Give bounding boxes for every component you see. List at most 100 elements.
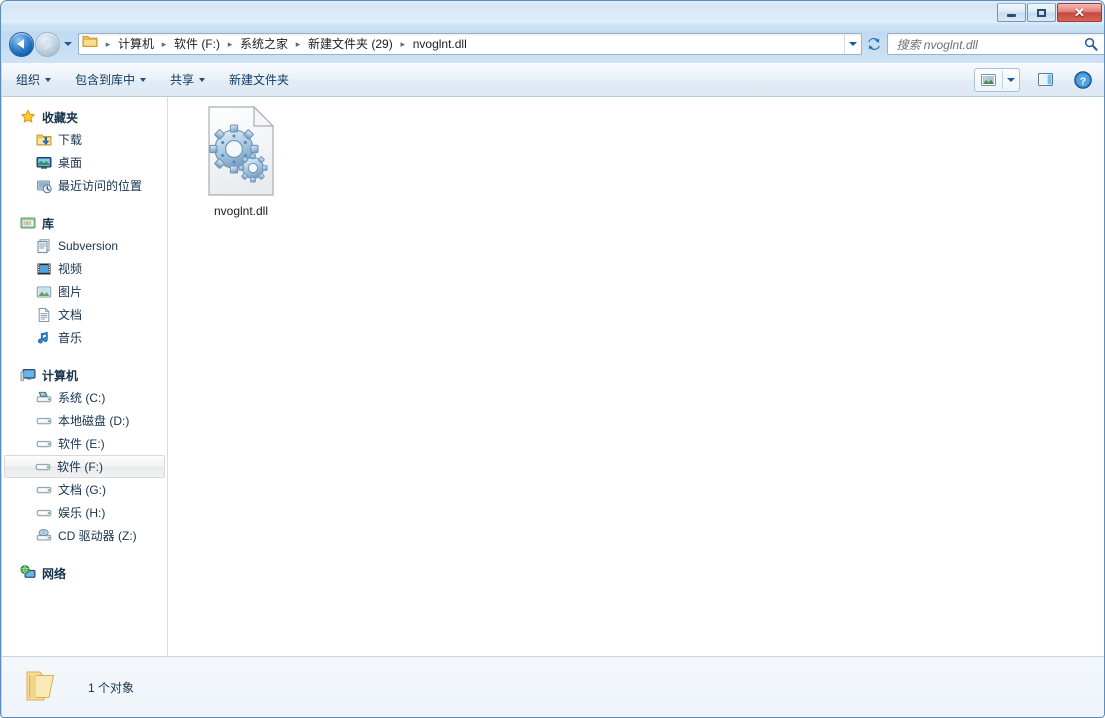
sidebar-item-software-f[interactable]: 软件 (F:) bbox=[4, 455, 165, 478]
sidebar-item-pictures[interactable]: 图片 bbox=[4, 280, 165, 303]
network-icon bbox=[20, 565, 36, 581]
address-bar[interactable]: ▸ 计算机 ▸ 软件 (F:) ▸ 系统之家 ▸ 新建文件夹 (29) ▸ nv… bbox=[78, 33, 862, 55]
search-input[interactable]: 搜索 nvoglnt.dll bbox=[888, 36, 977, 53]
documents-icon bbox=[36, 307, 52, 323]
address-bar-row: ▸ 计算机 ▸ 软件 (F:) ▸ 系统之家 ▸ 新建文件夹 (29) ▸ nv… bbox=[1, 29, 1105, 59]
sidebar-group-libraries: 库 Subversion bbox=[2, 212, 167, 349]
desktop-icon bbox=[36, 155, 52, 171]
navigation-pane[interactable]: 收藏夹 下载 桌面 bbox=[2, 97, 168, 656]
breadcrumb-separator[interactable]: ▸ bbox=[292, 36, 304, 52]
title-bar: ✕ bbox=[1, 1, 1105, 25]
cd-drive-icon bbox=[36, 528, 52, 544]
breadcrumb-item-3[interactable]: 新建文件夹 (29) bbox=[304, 35, 397, 53]
drive-icon bbox=[36, 482, 52, 498]
sidebar-item-label: 文档 bbox=[58, 306, 82, 323]
file-list-view[interactable]: nvoglnt.dll bbox=[168, 97, 1105, 656]
dll-file-icon bbox=[205, 106, 277, 196]
sidebar-header-label: 收藏夹 bbox=[42, 109, 78, 126]
sidebar-item-videos[interactable]: 视频 bbox=[4, 257, 165, 280]
sidebar-item-label: 下载 bbox=[58, 131, 82, 148]
include-in-library-label: 包含到库中 bbox=[75, 71, 135, 88]
maximize-button[interactable] bbox=[1027, 3, 1056, 22]
sidebar-item-label: Subversion bbox=[58, 239, 118, 253]
sidebar-item-cd-drive-z[interactable]: CD 驱动器 (Z:) bbox=[4, 524, 165, 547]
explorer-window: ✕ ▸ 计算机 bbox=[0, 0, 1105, 718]
sidebar-item-downloads[interactable]: 下载 bbox=[4, 128, 165, 151]
view-icon bbox=[979, 72, 998, 88]
explorer-body: 收藏夹 下载 桌面 bbox=[2, 97, 1105, 656]
close-button[interactable]: ✕ bbox=[1057, 3, 1102, 22]
sidebar-item-label: 桌面 bbox=[58, 154, 82, 171]
refresh-button[interactable] bbox=[863, 33, 884, 55]
sidebar-item-software-e[interactable]: 软件 (E:) bbox=[4, 432, 165, 455]
share-label: 共享 bbox=[170, 71, 194, 88]
forward-arrow-icon bbox=[45, 39, 52, 49]
address-dropdown-button[interactable] bbox=[844, 34, 861, 54]
breadcrumb-separator[interactable]: ▸ bbox=[224, 36, 236, 52]
new-folder-button[interactable]: 新建文件夹 bbox=[219, 67, 299, 93]
folder-icon bbox=[24, 666, 62, 709]
help-button[interactable]: ? bbox=[1069, 68, 1097, 92]
chevron-down-icon bbox=[849, 42, 857, 46]
maximize-icon bbox=[1037, 9, 1046, 17]
sidebar-item-desktop[interactable]: 桌面 bbox=[4, 151, 165, 174]
drive-icon bbox=[36, 436, 52, 452]
history-dropdown-button[interactable] bbox=[60, 32, 76, 56]
library-icon bbox=[20, 215, 36, 231]
refresh-icon bbox=[866, 36, 882, 52]
search-box[interactable]: 搜索 nvoglnt.dll bbox=[887, 33, 1105, 55]
sidebar-item-entertainment-h[interactable]: 娱乐 (H:) bbox=[4, 501, 165, 524]
sidebar-item-recent-places[interactable]: 最近访问的位置 bbox=[4, 174, 165, 197]
command-bar: 组织 包含到库中 共享 新建文件夹 bbox=[2, 63, 1105, 97]
preview-pane-button[interactable] bbox=[1032, 68, 1059, 92]
recent-places-icon bbox=[36, 178, 52, 194]
sidebar-item-label: 软件 (F:) bbox=[57, 458, 103, 475]
back-button[interactable] bbox=[9, 32, 34, 57]
sidebar-item-label: 最近访问的位置 bbox=[58, 177, 142, 194]
music-icon bbox=[36, 330, 52, 346]
sidebar-header-network[interactable]: 网络 bbox=[2, 562, 167, 584]
share-menu-button[interactable]: 共享 bbox=[160, 67, 215, 93]
include-in-library-menu-button[interactable]: 包含到库中 bbox=[65, 67, 156, 93]
folder-icon bbox=[82, 34, 98, 54]
file-name-label: nvoglnt.dll bbox=[211, 203, 271, 220]
sidebar-header-libraries[interactable]: 库 bbox=[2, 212, 167, 234]
view-options-group bbox=[974, 68, 1020, 92]
breadcrumb-separator[interactable]: ▸ bbox=[102, 36, 114, 52]
view-dropdown-button[interactable] bbox=[1003, 68, 1019, 92]
organize-label: 组织 bbox=[16, 71, 40, 88]
chevron-down-icon bbox=[1007, 78, 1015, 82]
new-folder-label: 新建文件夹 bbox=[229, 71, 289, 88]
navigation-buttons bbox=[9, 32, 76, 57]
back-arrow-icon bbox=[17, 39, 24, 49]
sidebar-item-system-c[interactable]: 系统 (C:) bbox=[4, 386, 165, 409]
sidebar-item-local-disk-d[interactable]: 本地磁盘 (D:) bbox=[4, 409, 165, 432]
breadcrumb-item-0[interactable]: 计算机 bbox=[114, 35, 158, 53]
details-pane: 1 个对象 bbox=[2, 656, 1105, 717]
breadcrumb-separator[interactable]: ▸ bbox=[397, 36, 409, 52]
forward-button[interactable] bbox=[35, 32, 60, 57]
sidebar-item-documents[interactable]: 文档 bbox=[4, 303, 165, 326]
change-view-button[interactable] bbox=[975, 68, 1002, 92]
sidebar-item-documents-g[interactable]: 文档 (G:) bbox=[4, 478, 165, 501]
list-item[interactable]: nvoglnt.dll bbox=[190, 106, 292, 224]
downloads-icon bbox=[36, 132, 52, 148]
sidebar-header-label: 网络 bbox=[42, 565, 66, 582]
breadcrumb-separator[interactable]: ▸ bbox=[158, 36, 170, 52]
minimize-icon bbox=[1007, 14, 1016, 17]
sidebar-header-computer[interactable]: 计算机 bbox=[2, 364, 167, 386]
sidebar-header-favorites[interactable]: 收藏夹 bbox=[2, 106, 167, 128]
subversion-icon bbox=[36, 238, 52, 254]
sidebar-item-subversion[interactable]: Subversion bbox=[4, 234, 165, 257]
system-drive-icon bbox=[36, 390, 52, 406]
minimize-button[interactable] bbox=[997, 3, 1026, 22]
breadcrumb-item-2[interactable]: 系统之家 bbox=[236, 35, 292, 53]
command-bar-right-tools: ? bbox=[974, 68, 1105, 92]
sidebar-item-label: CD 驱动器 (Z:) bbox=[58, 527, 137, 544]
videos-icon bbox=[36, 261, 52, 277]
breadcrumb-item-1[interactable]: 软件 (F:) bbox=[170, 35, 224, 53]
breadcrumb-item-4[interactable]: nvoglnt.dll bbox=[409, 35, 471, 53]
organize-menu-button[interactable]: 组织 bbox=[6, 67, 61, 93]
sidebar-item-music[interactable]: 音乐 bbox=[4, 326, 165, 349]
drive-icon bbox=[36, 505, 52, 521]
